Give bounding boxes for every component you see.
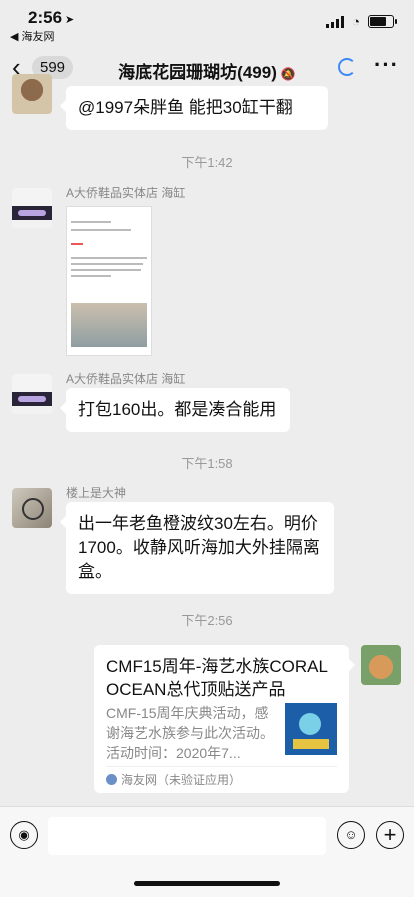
avatar[interactable]: [12, 74, 52, 114]
sender-name: 楼上是大神: [66, 486, 127, 500]
plus-icon[interactable]: +: [376, 821, 404, 849]
status-bar: 2:56 ➤ ◀ 海友网 ◔: [0, 0, 414, 44]
voice-icon[interactable]: ◉: [10, 821, 38, 849]
message-bubble: @1997朵胖鱼 能把30缸干翻: [60, 86, 328, 130]
battery-icon: [368, 15, 397, 28]
sender-name: A大侨鞋品实体店 海缸: [66, 372, 186, 386]
timestamp: 下午2:56: [181, 613, 233, 628]
card-source: 海友网（未验证应用）: [106, 771, 241, 788]
card-description: CMF-15周年庆典活动，感谢海艺水族参与此次活动。活动时间：2020年7...: [106, 705, 274, 761]
loading-icon: [338, 58, 356, 76]
card-thumbnail: [285, 703, 337, 755]
status-time: 2:56 ➤: [28, 8, 75, 27]
avatar[interactable]: [12, 188, 52, 228]
emoji-icon[interactable]: ☺: [337, 821, 365, 849]
message-text: 打包160出。都是凑合能用: [78, 400, 277, 419]
timestamp: 下午1:58: [181, 456, 233, 471]
avatar[interactable]: [361, 645, 401, 685]
card-title: CMF15周年-海艺水族CORAL OCEAN总代顶贴送产品: [106, 657, 328, 699]
back-to-app-link[interactable]: ◀ 海友网: [10, 28, 55, 44]
sender-name: A大侨鞋品实体店 海缸: [66, 186, 186, 200]
home-indicator: [134, 881, 280, 886]
message-bubble: 出一年老鱼橙波纹30左右。明价1700。收静风听海加大外挂隔离盒。: [60, 502, 334, 594]
image-message[interactable]: [66, 206, 152, 356]
link-card[interactable]: CMF15周年-海艺水族CORAL OCEAN总代顶贴送产品 CMF-15周年庆…: [94, 645, 355, 793]
more-icon[interactable]: ···: [374, 52, 399, 78]
message-input[interactable]: [48, 817, 326, 855]
wifi-icon: ◔: [352, 14, 360, 29]
location-icon: ➤: [65, 14, 75, 26]
avatar[interactable]: [12, 374, 52, 414]
message-text: 出一年老鱼橙波纹30左右。明价1700。收静风听海加大外挂隔离盒。: [78, 514, 320, 581]
mute-icon: 🔕: [280, 67, 296, 81]
avatar[interactable]: [12, 488, 52, 528]
message-bubble: 打包160出。都是凑合能用: [60, 388, 290, 432]
cellular-icon: [326, 15, 345, 28]
chat-header: ‹ 599 海底花园珊瑚坊(499) 🔕 ···: [0, 44, 414, 90]
app-icon: [106, 774, 117, 785]
timestamp: 下午1:42: [181, 155, 233, 170]
message-text: @1997朵胖鱼 能把30缸干翻: [78, 98, 293, 117]
